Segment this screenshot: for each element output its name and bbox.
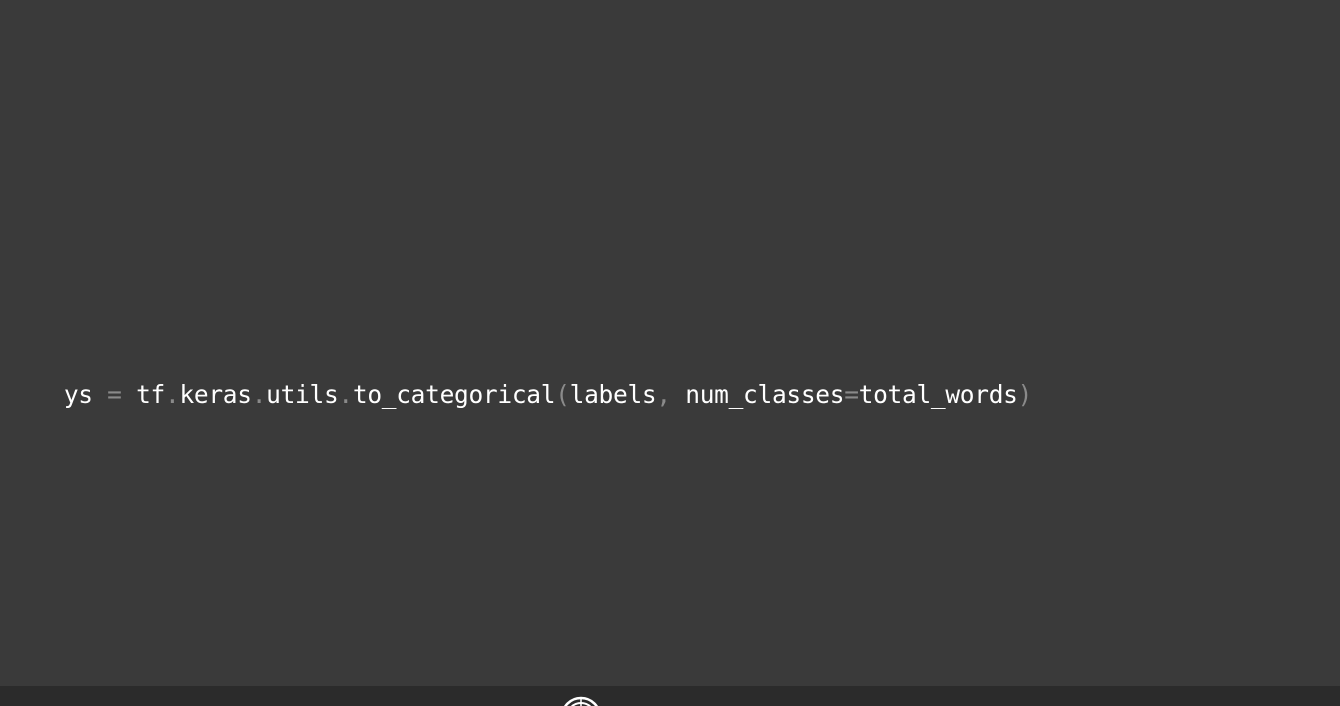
code-token: ): [1017, 380, 1033, 409]
code-token: num_classes: [685, 380, 845, 409]
code-token: ,: [656, 380, 686, 409]
code-line: ys = tf.keras.utils.to_categorical(label…: [6, 341, 1033, 409]
code-token: .: [338, 380, 353, 409]
code-token: =: [92, 380, 137, 409]
code-token: labels: [569, 380, 657, 409]
code-token: utils: [266, 380, 339, 409]
code-token: (: [555, 380, 570, 409]
code-token: to_categorical: [352, 380, 556, 409]
code-token: keras: [179, 380, 252, 409]
slide-canvas: ys = tf.keras.utils.to_categorical(label…: [0, 0, 1340, 686]
code-token: total_words: [858, 380, 1018, 409]
circular-logo-icon: [564, 696, 598, 706]
code-token: ys: [63, 380, 93, 409]
code-token: .: [251, 380, 267, 409]
code-token: =: [844, 380, 859, 409]
bottom-bar: [0, 686, 1340, 706]
code-token: tf: [136, 380, 165, 409]
code-token: .: [164, 380, 180, 409]
